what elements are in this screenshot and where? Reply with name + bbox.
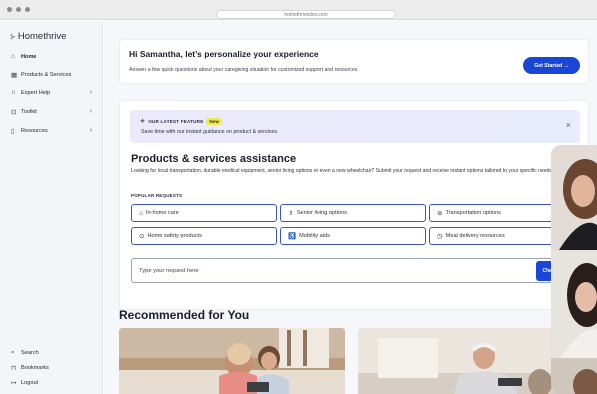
sidebar-item-label: Logout [21,379,39,386]
sidebar-item-search[interactable]: ⌕ Search [6,345,96,360]
sparkle-icon: ✧ [140,119,146,125]
bookmark-icon: ⊓ [11,364,17,372]
search-icon: ⌕ [11,348,15,356]
address-bar[interactable]: homethrivedev.com [216,10,396,19]
assistance-description: Looking for local transportation, durabl… [131,168,554,174]
app-window: homethrivedev.com ⊱ Homethrive ⌂ Home ▦ Pro… [0,0,597,394]
welcome-card: Hi Samantha, let’s personalize your expe… [119,39,589,84]
sidebar-item-label: Search [21,349,39,356]
chip-senior-living[interactable]: ♗ Senior living options [280,204,426,222]
sidebar-item-label: Resources [21,127,48,134]
sidebar-item-expert-help[interactable]: ∩ Expert Help › [6,85,96,100]
sidebar-item-label: Expert Help [21,89,51,96]
sidebar: ⊱ Homethrive ⌂ Home ▦ Products & Services ∩… [0,21,103,394]
senior-photo [358,328,558,394]
chip-label: In-home care [145,210,179,216]
popular-requests-label: POPULAR REQUESTS [131,193,183,198]
window-controls[interactable] [7,7,30,12]
advisor-photos-image [551,145,597,394]
car-icon: ⊜ [437,210,443,217]
home-icon: ⌂ [139,209,143,217]
sidebar-item-label: Products & Services [21,71,72,78]
brand-name: Homethrive [17,31,67,42]
feature-text: Save time with our instant guidance on p… [141,129,279,135]
browser-titlebar: homethrivedev.com [0,0,597,20]
chip-mobility-aids[interactable]: ♿ Mobility aids [280,227,426,245]
logo-icon: ⊱ [10,34,16,41]
get-started-button[interactable]: Get Started → [523,57,580,74]
headset-icon: ∩ [11,89,16,96]
logout-icon: ↦ [11,379,17,387]
wheelchair-icon: ♿ [288,233,297,240]
assistance-title: Products & services assistance [131,153,297,165]
chevron-right-icon: › [89,127,92,134]
chip-home-safety[interactable]: ⊙ Home safety products [131,227,277,245]
toolkit-icon: ⊡ [11,108,17,116]
close-icon[interactable]: × [566,120,571,130]
sidebar-item-label: Bookmarks [21,364,49,371]
chevron-right-icon: › [89,89,92,96]
chip-in-home-care[interactable]: ⌂ In-home care [131,204,277,222]
request-input[interactable]: Type your request here [131,258,556,283]
sidebar-item-label: Toolkit [21,108,37,115]
caregiver-photo [119,328,345,394]
sidebar-item-resources[interactable]: ▯ Resources › [6,123,96,138]
feature-banner: ✧ OUR LATEST FEATURE New Save time with … [130,110,580,143]
sidebar-item-label: Home [21,53,37,60]
chevron-right-icon: › [89,108,92,115]
chip-label: Senior living options [296,210,347,216]
chip-label: Transportation options [445,210,501,216]
book-icon: ▯ [11,127,15,135]
assistance-card: ✧ OUR LATEST FEATURE New Save time with … [119,100,589,310]
feature-tag: ✧ OUR LATEST FEATURE New [140,118,223,125]
sidebar-item-home[interactable]: ⌂ Home [6,49,96,64]
recommended-title: Recommended for You [119,308,250,322]
main-content: Hi Samantha, let’s personalize your expe… [104,21,597,394]
recommended-card-image-2[interactable] [358,328,558,394]
chip-label: Meal delivery resources [445,233,505,239]
sidebar-item-bookmarks[interactable]: ⊓ Bookmarks [6,360,96,375]
chip-label: Home safety products [147,233,202,239]
sidebar-item-logout[interactable]: ↦ Logout [6,375,96,390]
advisor-photos [551,145,597,394]
welcome-title: Hi Samantha, let’s personalize your expe… [129,49,319,59]
home-icon: ⌂ [11,53,15,60]
brand-logo[interactable]: ⊱ Homethrive [10,31,66,42]
request-placeholder: Type your request here [139,268,199,274]
chip-label: Mobility aids [299,233,330,239]
welcome-subtitle: Answer a few quick questions about your … [129,67,359,73]
recommended-card-image-1[interactable] [119,328,345,394]
sidebar-item-toolkit[interactable]: ⊡ Toolkit › [6,104,96,119]
shield-icon: ⊙ [139,233,145,240]
clock-icon: ◷ [437,233,443,240]
people-icon: ♗ [288,210,294,217]
sidebar-item-products-services[interactable]: ▦ Products & Services [6,67,96,82]
new-badge: New [206,118,223,125]
grid-icon: ▦ [11,71,18,79]
feature-tag-label: OUR LATEST FEATURE [148,119,204,124]
